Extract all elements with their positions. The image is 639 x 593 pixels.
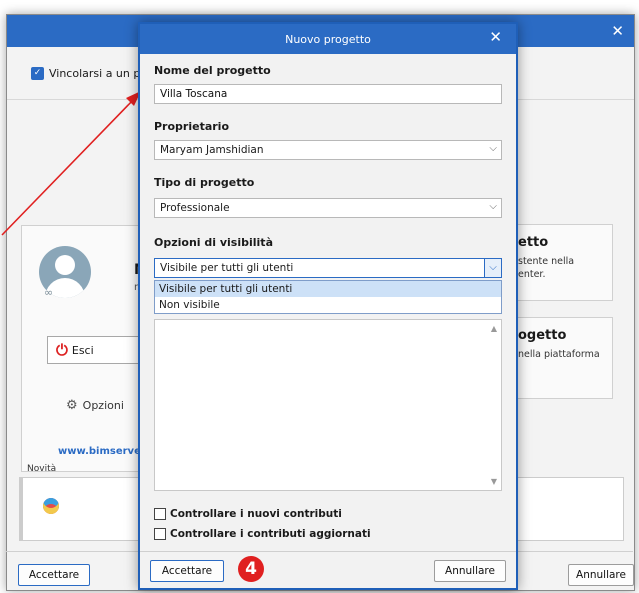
chat-bubble-icon bbox=[43, 498, 59, 514]
dialog-footer-divider bbox=[140, 551, 516, 552]
step-number-badge: 4 bbox=[238, 556, 264, 582]
checkbox-unchecked-icon[interactable] bbox=[154, 528, 166, 540]
chevron-down-icon: ⌵ bbox=[489, 201, 497, 212]
avatar-head bbox=[55, 255, 75, 275]
visibility-dropdown-list: Visibile per tutti gli utenti Non visibi… bbox=[154, 280, 502, 314]
news-panel-right bbox=[503, 477, 624, 541]
new-project-desc: nella piattaforma bbox=[518, 349, 600, 360]
scroll-up-icon[interactable]: ▲ bbox=[491, 324, 497, 333]
visibility-label: Opzioni di visibilità bbox=[154, 236, 273, 249]
logout-label: Esci bbox=[71, 343, 94, 357]
options-button[interactable]: ⚙ Opzioni bbox=[66, 398, 124, 413]
owner-select[interactable]: Maryam Jamshidian ⌵ bbox=[154, 140, 502, 160]
chevron-down-icon[interactable]: ⌵ bbox=[484, 259, 501, 277]
background-close-icon[interactable]: ✕ bbox=[611, 22, 624, 40]
chevron-down-icon: ⌵ bbox=[489, 143, 497, 154]
join-project-title: etto bbox=[518, 235, 549, 250]
user-card: ∞ M m ⏻ Esci ⚙ Opzioni www.bimserver.c bbox=[21, 225, 143, 472]
background-accept-button[interactable]: Accettare bbox=[18, 564, 90, 586]
news-label: Novità bbox=[27, 464, 57, 474]
dialog-close-icon[interactable]: ✕ bbox=[489, 30, 502, 45]
project-type-select[interactable]: Professionale ⌵ bbox=[154, 198, 502, 218]
dialog-titlebar: Nuovo progetto ✕ bbox=[140, 24, 516, 54]
link-badge-icon: ∞ bbox=[44, 286, 54, 299]
logout-button[interactable]: ⏻ Esci bbox=[47, 336, 142, 364]
check-new-contributions-row[interactable]: Controllare i nuovi contributi bbox=[154, 508, 342, 520]
website-link[interactable]: www.bimserver.c bbox=[58, 446, 142, 457]
gear-icon: ⚙ bbox=[66, 398, 78, 413]
power-icon: ⏻ bbox=[56, 340, 68, 359]
news-panel bbox=[19, 477, 152, 541]
dialog-accept-button[interactable]: Accettare bbox=[150, 560, 224, 582]
new-project-title: ogetto bbox=[518, 328, 567, 343]
options-label: Opzioni bbox=[82, 399, 124, 412]
dropdown-option-visible[interactable]: Visibile per tutti gli utenti bbox=[155, 281, 501, 297]
join-project-desc-2: enter. bbox=[518, 269, 546, 280]
owner-value: Maryam Jamshidian bbox=[160, 144, 264, 156]
visibility-select[interactable]: Visibile per tutti gli utenti ⌵ bbox=[154, 258, 502, 278]
project-type-label: Tipo di progetto bbox=[154, 176, 255, 189]
dialog-title: Nuovo progetto bbox=[285, 32, 371, 46]
checkbox-checked-icon[interactable]: ✓ bbox=[31, 66, 44, 80]
project-name-input[interactable] bbox=[154, 84, 502, 104]
owner-label: Proprietario bbox=[154, 120, 230, 133]
new-project-dialog: Nuovo progetto ✕ Nome del progetto Propr… bbox=[138, 22, 518, 590]
background-cancel-button[interactable]: Annullare bbox=[568, 564, 634, 586]
checkbox-unchecked-icon[interactable] bbox=[154, 508, 166, 520]
check-updated-contributions-row[interactable]: Controllare i contributi aggiornati bbox=[154, 528, 371, 540]
dropdown-option-not-visible[interactable]: Non visibile bbox=[155, 297, 501, 313]
join-project-desc-1: stente nella bbox=[518, 256, 575, 267]
check-new-contributions-label: Controllare i nuovi contributi bbox=[170, 508, 342, 520]
visibility-value: Visibile per tutti gli utenti bbox=[160, 262, 294, 274]
check-updated-contributions-label: Controllare i contributi aggiornati bbox=[170, 528, 371, 540]
project-type-value: Professionale bbox=[160, 202, 230, 214]
dialog-cancel-button[interactable]: Annullare bbox=[434, 560, 506, 582]
project-name-label: Nome del progetto bbox=[154, 64, 271, 77]
contributors-list[interactable]: ▲ ▼ bbox=[154, 319, 502, 491]
scroll-down-icon[interactable]: ▼ bbox=[491, 477, 497, 486]
